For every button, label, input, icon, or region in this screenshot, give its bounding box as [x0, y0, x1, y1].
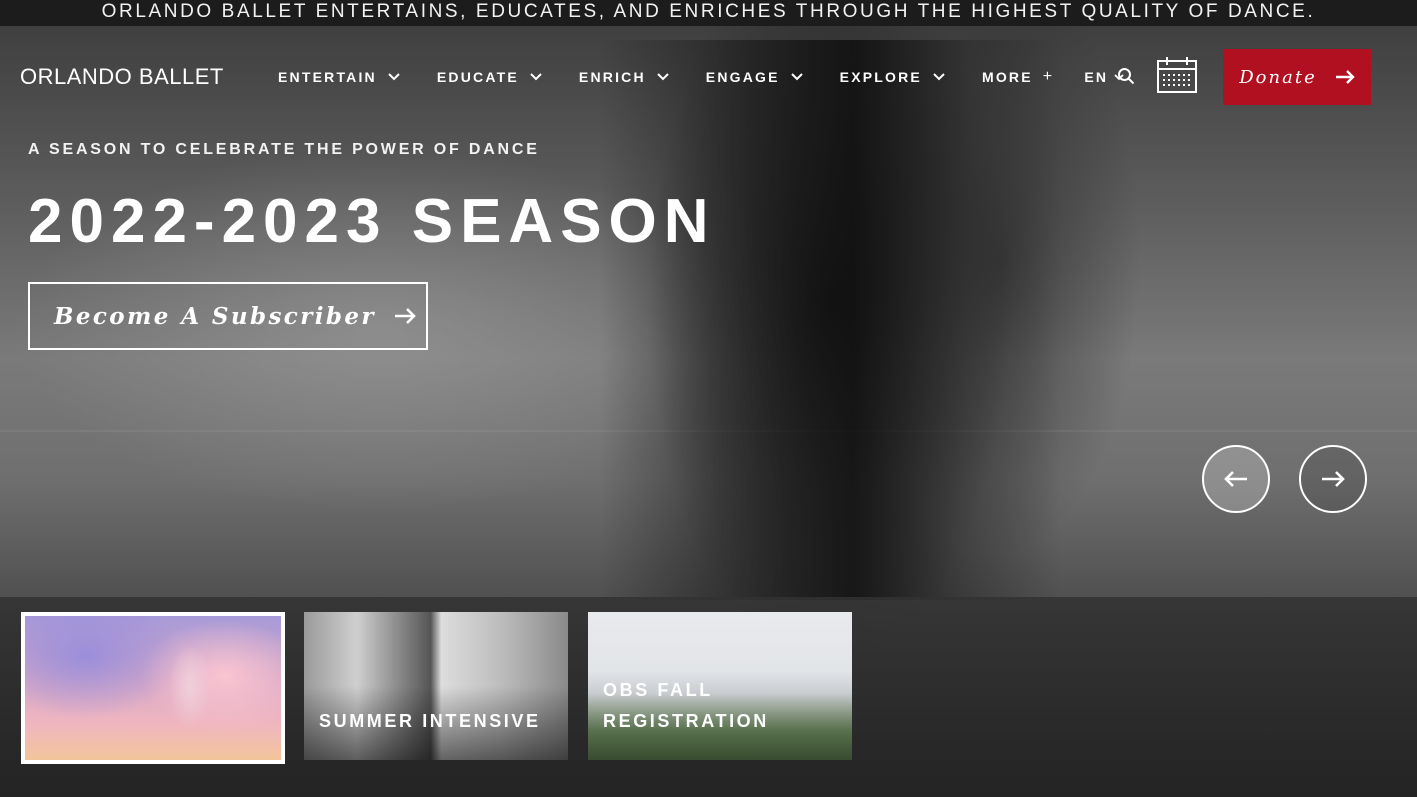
- slide-thumbnail-season[interactable]: [21, 612, 285, 764]
- donate-label: Donate: [1239, 66, 1317, 88]
- site-tagline: ORLANDO BALLET ENTERTAINS, EDUCATES, AND…: [0, 0, 1417, 26]
- nav-item-label: ENTERTAIN: [278, 69, 377, 85]
- carousel-prev-button[interactable]: [1202, 445, 1270, 513]
- nav-item-label: ENGAGE: [705, 69, 780, 85]
- hero-eyebrow: A SEASON TO CELEBRATE THE POWER OF DANCE: [28, 141, 540, 158]
- slide-thumbnail-obs-fall-registration[interactable]: OBS FALL REGISTRATION: [588, 612, 852, 760]
- donate-button[interactable]: Donate: [1223, 49, 1371, 105]
- nav-item-label: MORE: [981, 69, 1033, 85]
- slide-label: OBS FALL REGISTRATION: [603, 680, 769, 731]
- nav-item-entertain[interactable]: ENTERTAIN: [278, 69, 401, 85]
- search-icon[interactable]: [1117, 67, 1135, 85]
- arrow-right-icon: [1322, 471, 1345, 487]
- slide-thumbnail-summer-intensive[interactable]: SUMMER INTENSIVE: [304, 612, 568, 760]
- calendar-icon[interactable]: [1156, 56, 1198, 94]
- nav-item-label: EXPLORE: [839, 69, 922, 85]
- nav-item-explore[interactable]: EXPLORE: [840, 69, 946, 85]
- site-logo[interactable]: ORLANDO BALLET: [20, 64, 224, 90]
- arrow-left-icon: [1224, 471, 1247, 487]
- nav-item-label: EDUCATE: [436, 69, 519, 85]
- language-label: EN: [1084, 69, 1109, 85]
- hero-curtain-shadow: [600, 40, 1060, 600]
- nav-item-more[interactable]: MORE +: [982, 68, 1054, 86]
- chevron-down-icon: [657, 73, 669, 81]
- chevron-down-icon: [530, 73, 542, 81]
- subscribe-label: Become A Subscriber: [54, 302, 376, 330]
- hero-title: 2022-2023 SEASON: [28, 187, 716, 256]
- dancers-image: [145, 626, 235, 756]
- chevron-down-icon: [933, 73, 945, 81]
- chevron-down-icon: [388, 73, 400, 81]
- slide-label: SUMMER INTENSIVE: [319, 711, 541, 731]
- nav-item-enrich[interactable]: ENRICH: [579, 69, 670, 85]
- main-nav: ENTERTAIN EDUCATE ENRICH ENGAGE EXPLORE …: [278, 68, 1142, 86]
- chevron-down-icon: [790, 73, 803, 81]
- arrow-right-icon: [1335, 70, 1355, 84]
- become-subscriber-button[interactable]: Become A Subscriber: [28, 282, 428, 350]
- plus-icon: +: [1042, 68, 1055, 85]
- nav-item-educate[interactable]: EDUCATE: [437, 69, 543, 85]
- carousel-next-button[interactable]: [1299, 445, 1367, 513]
- nav-item-label: ENRICH: [578, 69, 646, 85]
- nav-item-engage[interactable]: ENGAGE: [706, 69, 804, 85]
- arrow-right-icon: [394, 308, 416, 324]
